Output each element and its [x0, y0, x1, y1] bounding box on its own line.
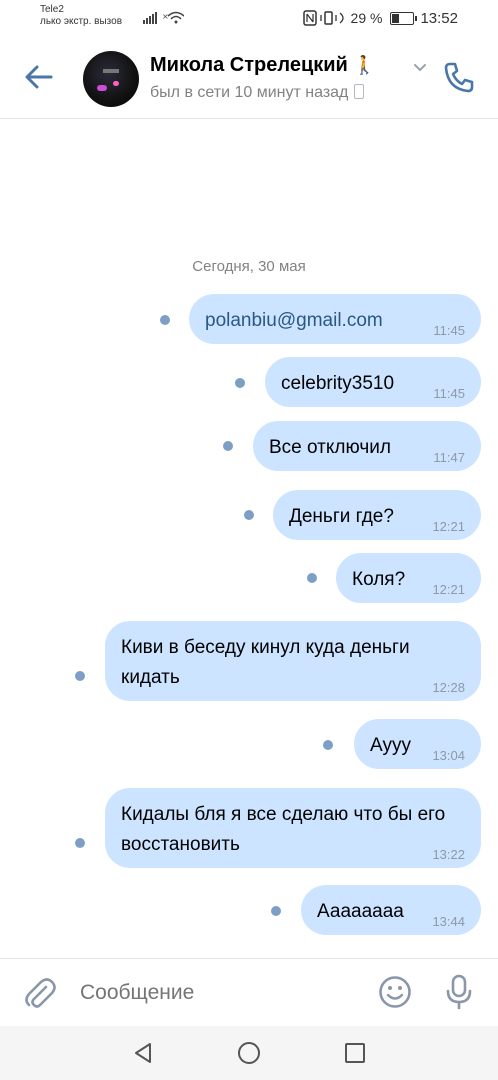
phone-call-icon[interactable] — [442, 60, 476, 94]
unread-dot — [244, 510, 254, 520]
back-arrow-icon[interactable] — [22, 60, 56, 94]
battery-icon — [390, 11, 418, 25]
chevron-down-icon[interactable] — [413, 62, 427, 74]
unread-dot — [223, 441, 233, 451]
chat-header: Микола Стрелецкий 🚶 был в сети 10 минут … — [0, 38, 498, 119]
message-text: celebrity3510 — [281, 373, 395, 394]
carrier-status: лько экстр. вызов — [40, 16, 123, 27]
message-time: 13:44 — [432, 914, 465, 929]
message-time: 11:45 — [433, 386, 465, 401]
battery-percent: 29 % — [350, 10, 383, 26]
status-right: 29 % 13:52 — [302, 8, 498, 28]
message-time: 11:45 — [433, 323, 465, 338]
message-text: Деньги где? — [289, 506, 394, 527]
carrier-info: Tele2 лько экстр. вызов — [40, 4, 122, 28]
message-time: 12:21 — [432, 582, 465, 597]
message-time: 11:47 — [433, 450, 465, 465]
message-bubble[interactable]: Ааааааaa 13:44 — [301, 885, 481, 935]
signal-icon: × — [143, 10, 184, 24]
square-recent-icon[interactable] — [345, 1043, 365, 1063]
message-composer — [0, 958, 498, 1027]
date-divider: Сегодня, 30 мая — [192, 258, 306, 275]
message-text: Коля? — [352, 569, 406, 590]
mobile-phone-icon — [354, 84, 365, 99]
message-text: Киви в беседу кинул куда деньги кидать — [121, 637, 410, 688]
unread-dot — [271, 906, 281, 916]
unread-dot — [75, 838, 85, 848]
message-input[interactable] — [80, 981, 360, 1005]
avatar[interactable] — [83, 51, 139, 107]
message-bubble[interactable]: Коля? 12:21 — [336, 553, 481, 603]
status-bar: Tele2 лько экстр. вызов × 29 % 13:52 — [0, 0, 498, 38]
message-text: Ааааааaa — [317, 901, 404, 922]
triangle-back-icon[interactable] — [132, 1042, 154, 1064]
message-text: Кидалы бля я все сделаю что бы его восст… — [121, 804, 446, 855]
wifi-icon: × — [162, 11, 184, 24]
nfc-vibrate-icon — [302, 10, 344, 26]
unread-dot — [235, 378, 245, 388]
circle-home-icon[interactable] — [238, 1042, 260, 1064]
message-time: 13:04 — [432, 748, 465, 763]
smile-icon[interactable] — [378, 975, 412, 1009]
message-bubble[interactable]: celebrity3510 11:45 — [265, 357, 481, 407]
walking-emoji: 🚶 — [353, 55, 376, 75]
contact-name[interactable]: Микола Стрелецкий 🚶 — [150, 54, 376, 77]
last-seen-status: был в сети 10 минут назад — [150, 84, 365, 102]
carrier-name: Tele2 — [40, 4, 64, 15]
microphone-icon[interactable] — [443, 973, 475, 1011]
svg-text:×: × — [162, 12, 169, 21]
unread-dot — [75, 671, 85, 681]
paperclip-icon[interactable] — [22, 975, 56, 1011]
message-time: 12:21 — [432, 519, 465, 534]
message-bubble[interactable]: polanbiu@gmail.com 11:45 — [189, 294, 481, 344]
message-text: Аууу — [370, 735, 411, 756]
message-time: 13:22 — [432, 847, 465, 862]
message-bubble[interactable]: Деньги где? 12:21 — [273, 490, 481, 540]
unread-dot — [307, 573, 317, 583]
system-nav-bar — [0, 1026, 498, 1080]
email-link[interactable]: polanbiu@gmail.com — [205, 310, 383, 331]
message-text: Все отключил — [269, 437, 391, 458]
message-bubble[interactable]: Кидалы бля я все сделаю что бы его восст… — [105, 788, 481, 868]
unread-dot — [160, 315, 170, 325]
message-bubble[interactable]: Киви в беседу кинул куда деньги кидать 1… — [105, 621, 481, 701]
message-bubble[interactable]: Аууу 13:04 — [354, 719, 481, 769]
message-bubble[interactable]: Все отключил 11:47 — [253, 421, 481, 471]
clock: 13:52 — [420, 9, 458, 27]
message-time: 12:28 — [432, 680, 465, 695]
unread-dot — [323, 740, 333, 750]
battery-level — [392, 13, 399, 23]
